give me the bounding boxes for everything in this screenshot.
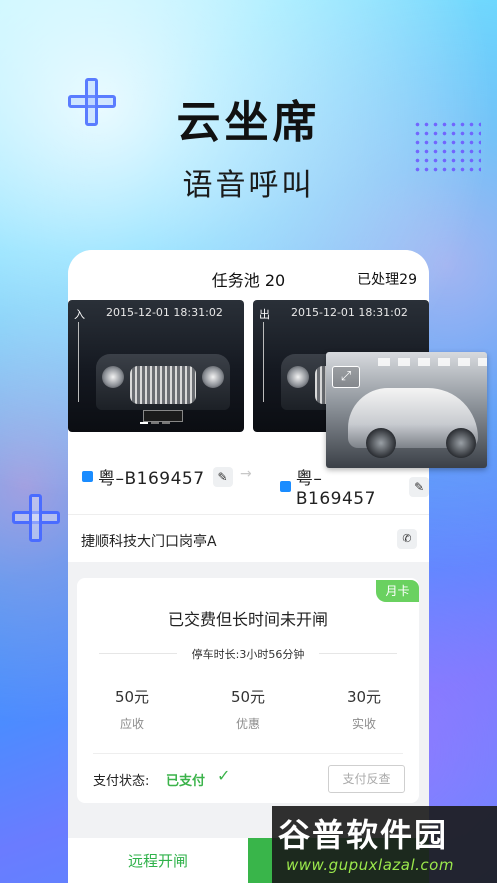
check-icon: ✓ (217, 766, 231, 785)
exit-direction-label: 出 (259, 308, 270, 321)
exit-plate: 粤–B169457 ✎ (280, 464, 429, 509)
watermark: 谷普软件园 www.gupuxlazal.com (272, 806, 497, 883)
top-bar: 任务池 20 已处理29 (68, 250, 429, 300)
monthly-card-badge: 月卡 (376, 580, 419, 602)
car-image (88, 336, 238, 426)
vehicle-preview[interactable]: ⤢ (326, 352, 487, 468)
plate-color-marker (280, 481, 291, 492)
plus-icon (12, 494, 60, 542)
divider (93, 753, 403, 754)
pay-status-label: 支付状态: (93, 774, 150, 789)
amount-label: 实收 (351, 717, 376, 731)
phone-screen: 任务池 20 已处理29 入 2015-12-01 18:31:02 出 201… (68, 250, 429, 883)
promo-subtitle: 语音呼叫 (182, 168, 315, 203)
amount-label: 优惠 (235, 717, 260, 731)
amount-label: 应收 (119, 717, 144, 731)
photo-pager (140, 422, 170, 424)
amount-value: 50元 (230, 688, 266, 706)
remote-open-button[interactable]: 远程开闸 (68, 838, 248, 883)
pencil-icon[interactable]: ✎ (409, 476, 429, 497)
arrow-right-icon: → (240, 466, 252, 482)
entry-timestamp: 2015-12-01 18:31:02 (106, 306, 223, 319)
entry-direction-label: 入 (74, 308, 85, 321)
processed-count[interactable]: 已处理29 (357, 269, 417, 289)
amount-receivable: 50元 应收 (77, 686, 187, 732)
entry-plate: 粤–B169457 ✎ (82, 464, 233, 489)
phone-icon[interactable]: ✆ (397, 529, 417, 549)
pay-status-value: 已支付 (166, 774, 206, 789)
card-title: 已交费但长时间未开闸 (167, 610, 328, 629)
entry-photo[interactable]: 入 2015-12-01 18:31:02 (68, 300, 244, 432)
payment-card: 月卡 已交费但长时间未开闸 停车时长:3小时56分钟 50元 应收 50元 优惠… (77, 578, 419, 803)
parking-duration: 停车时长:3小时56分钟 (99, 646, 397, 662)
watermark-url: www.gupuxlazal.com (286, 856, 454, 874)
amount-value: 50元 (114, 688, 150, 706)
exit-timestamp: 2015-12-01 18:31:02 (291, 306, 408, 319)
promo-title: 云坐席 (176, 97, 321, 148)
amount-discount: 50元 优惠 (193, 686, 303, 732)
location-row: 捷顺科技大门口岗亭A ✆ (68, 514, 429, 562)
plate-color-marker (82, 471, 93, 482)
pencil-icon[interactable]: ✎ (212, 466, 233, 487)
amount-value: 30元 (346, 688, 382, 706)
watermark-title: 谷普软件园 (278, 816, 449, 854)
expand-icon[interactable]: ⤢ (332, 366, 360, 388)
location-name: 捷顺科技大门口岗亭A (81, 534, 217, 550)
exit-plate-number: 粤–B169457 (295, 469, 376, 509)
refund-query-button[interactable]: 支付反查 (328, 765, 405, 793)
entry-plate-number: 粤–B169457 (98, 469, 205, 489)
amount-actual: 30元 实收 (309, 686, 419, 732)
